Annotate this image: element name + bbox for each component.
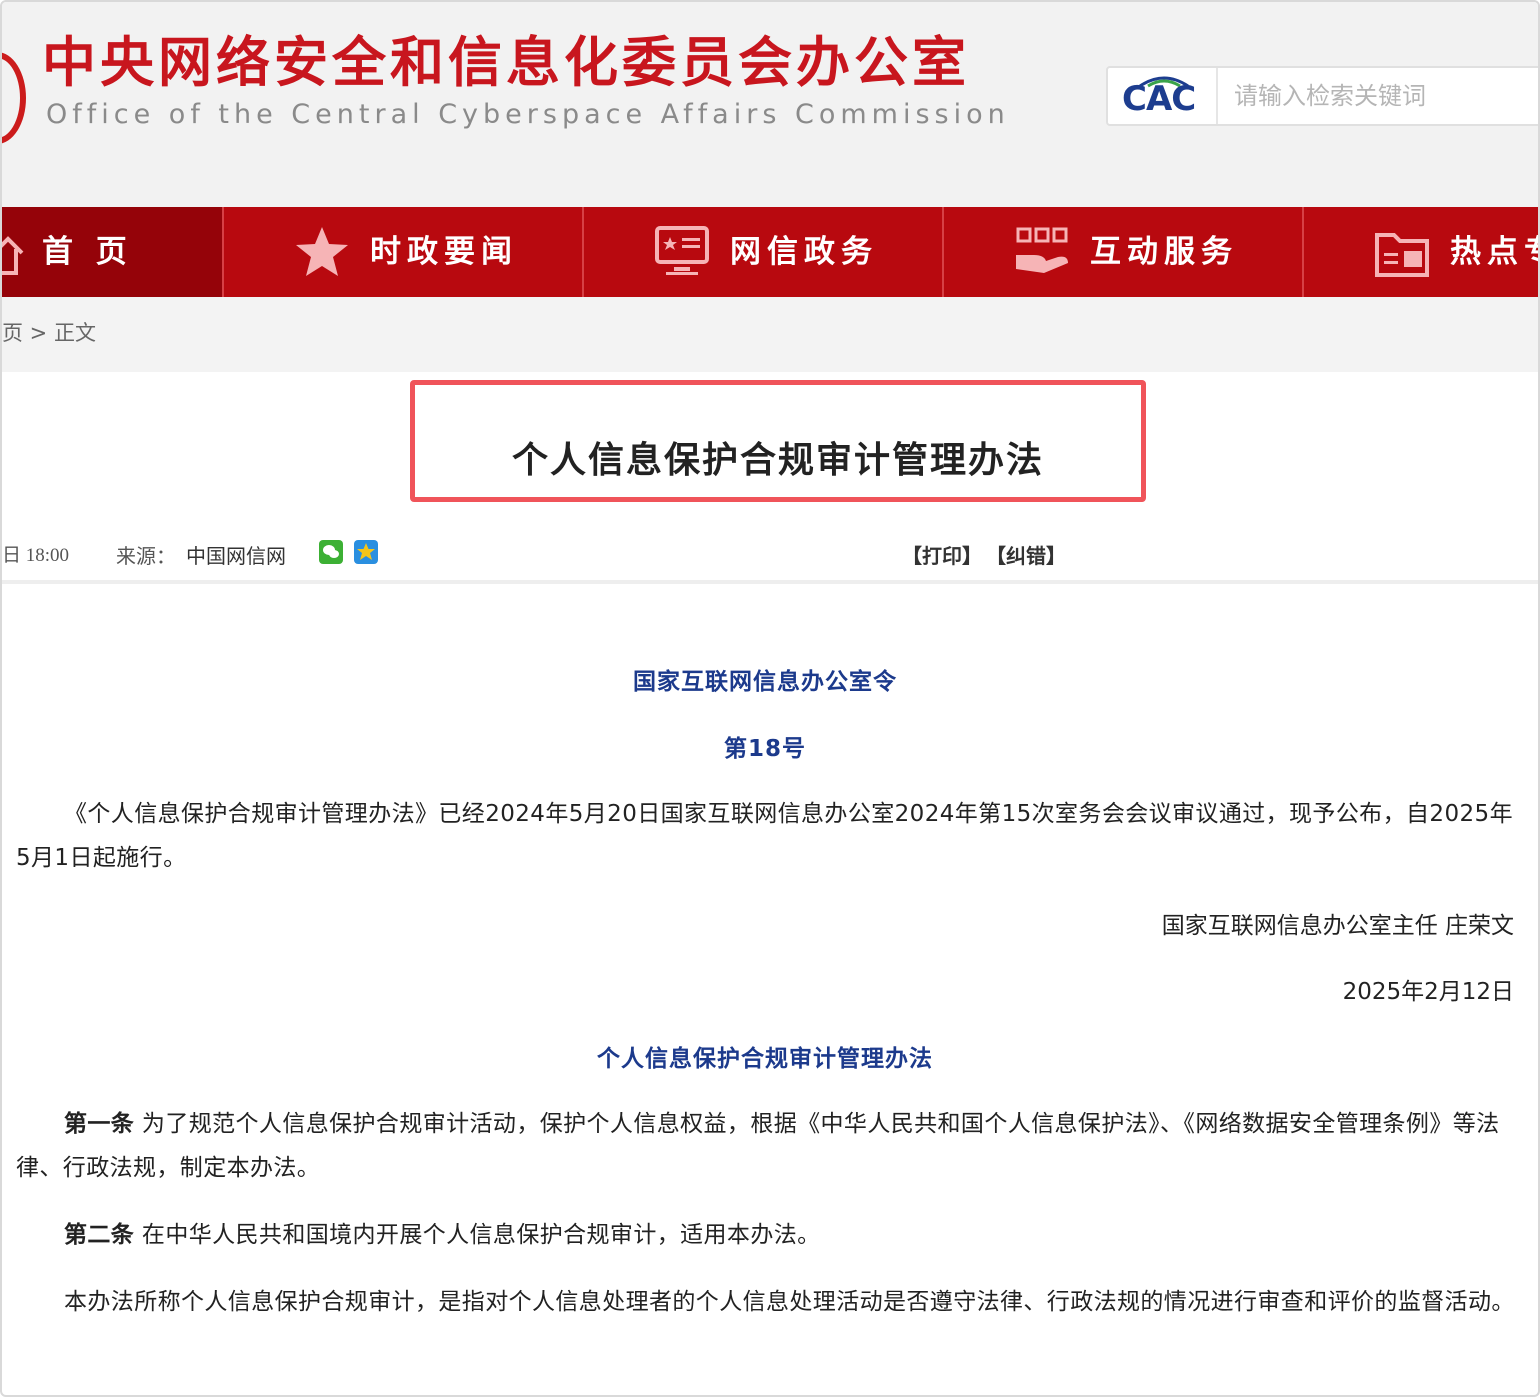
nav-item-hot-topics[interactable]: 热点专: [1304, 207, 1538, 297]
emblem-logo: [2, 52, 26, 144]
nav-item-gov-affairs[interactable]: 网信政务: [584, 207, 944, 297]
site-title-en: Office of the Central Cyberspace Affairs…: [46, 99, 1010, 130]
nav-label-news: 时政要闻: [370, 234, 518, 270]
nav-item-news[interactable]: 时政要闻: [224, 207, 584, 297]
main-nav: 首 页 时政要闻 网信政务 互动服务 热点: [2, 207, 1538, 297]
cac-logo[interactable]: CAC: [1108, 68, 1218, 124]
article-text: 本办法所称个人信息保护合规审计，是指对个人信息处理者的个人信息处理活动是否遵守法…: [64, 1289, 1515, 1315]
article-text: 在中华人民共和国境内开展个人信息保护合规审计，适用本办法。: [134, 1222, 821, 1248]
intro-paragraph: 《个人信息保护合规审计管理办法》已经2024年5月20日国家互联网信息办公室20…: [16, 801, 1513, 871]
nav-label-gov-affairs: 网信政务: [730, 234, 878, 270]
article-paragraph: 第一条 为了规范个人信息保护合规审计活动，保护个人信息权益，根据《中华人民共和国…: [16, 1102, 1516, 1190]
browser-page: 中央网络安全和信息化委员会办公室 Office of the Central C…: [0, 0, 1540, 1397]
correct-link[interactable]: 【纠错】: [986, 540, 1066, 569]
wechat-share-icon[interactable]: [319, 540, 343, 564]
nav-label-hot-topics: 热点专: [1450, 234, 1538, 270]
article-meta: 日 18:00 来源： 中国网信网 【打印】 【纠错】: [2, 532, 1538, 584]
nav-item-interactive[interactable]: 互动服务: [944, 207, 1304, 297]
article-text: 为了规范个人信息保护合规审计活动，保护个人信息权益，根据《中华人民共和国个人信息…: [16, 1111, 1500, 1181]
title-highlight-box: 个人信息保护合规审计管理办法: [410, 380, 1146, 502]
qzone-share-icon[interactable]: [354, 540, 378, 564]
site-header: 中央网络安全和信息化委员会办公室 Office of the Central C…: [2, 2, 1538, 207]
body-heading: 个人信息保护合规审计管理办法: [597, 1046, 933, 1072]
article-paragraph: 第二条 在中华人民共和国境内开展个人信息保护合规审计，适用本办法。: [16, 1213, 1516, 1257]
nav-label-interactive: 互动服务: [1090, 234, 1238, 270]
order-number: 第18号: [723, 736, 806, 762]
sign-date: 2025年2月12日: [1342, 979, 1514, 1005]
hand-service-icon: [1016, 227, 1068, 273]
search-box: CAC: [1106, 66, 1538, 126]
article-title: 个人信息保护合规审计管理办法: [511, 440, 1044, 481]
signatory: 国家互联网信息办公室主任 庄荣文: [1161, 913, 1514, 939]
search-input[interactable]: [1220, 68, 1538, 124]
star-icon: [296, 227, 348, 276]
site-title-cn[interactable]: 中央网络安全和信息化委员会办公室: [42, 30, 970, 96]
article-label: 第一条: [64, 1111, 135, 1137]
publish-date: 日 18:00: [2, 545, 70, 566]
cac-logo-text: CAC: [1122, 79, 1196, 119]
order-heading: 国家互联网信息办公室令: [633, 669, 897, 695]
breadcrumb[interactable]: 页 > 正文: [2, 317, 96, 347]
article-label: 第二条: [64, 1222, 135, 1248]
source-name: 中国网信网: [186, 544, 286, 568]
monitor-icon: [655, 226, 709, 275]
breadcrumb-bar: 页 > 正文: [2, 297, 1538, 372]
source-label: 来源：: [116, 544, 176, 568]
nav-label-home: 首 页: [42, 234, 133, 270]
home-icon: [2, 236, 24, 275]
folder-icon: [1375, 233, 1429, 277]
article-paragraph: 本办法所称个人信息保护合规审计，是指对个人信息处理者的个人信息处理活动是否遵守法…: [16, 1280, 1516, 1324]
print-link[interactable]: 【打印】: [902, 540, 982, 569]
nav-item-home[interactable]: 首 页: [2, 207, 224, 297]
